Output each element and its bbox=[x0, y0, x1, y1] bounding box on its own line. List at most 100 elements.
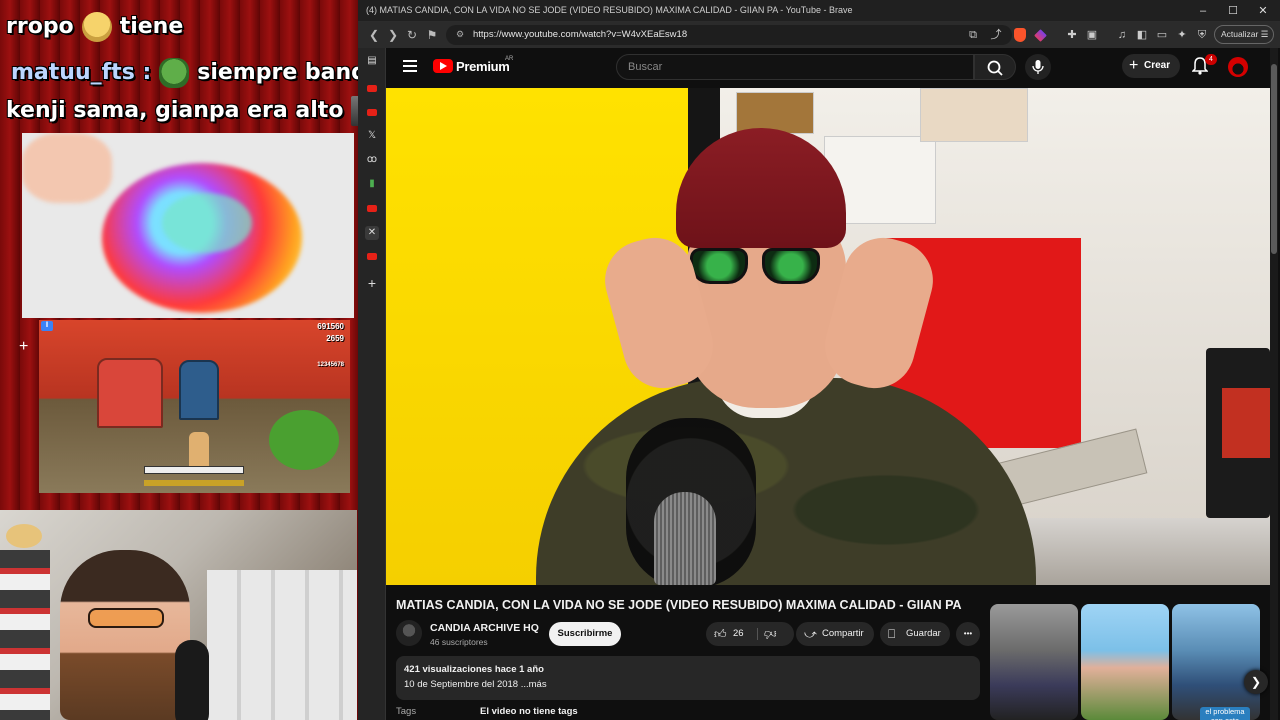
video-title: MATIAS CANDIA, CON LA VIDA NO SE JODE (V… bbox=[396, 598, 962, 612]
channel-avatar[interactable] bbox=[396, 620, 422, 646]
more-actions-button[interactable]: ••• bbox=[956, 622, 980, 646]
microphone bbox=[175, 640, 209, 720]
reload-icon[interactable]: ↻ bbox=[404, 27, 420, 43]
browser-toolbar: ❮ ❯ ↻ ⚑ ⚙ https://www.youtube.com/watch?… bbox=[358, 22, 1280, 48]
plus-icon: + bbox=[1129, 57, 1139, 74]
chat-text: siempre banque a bbox=[197, 60, 360, 85]
scream-emote-icon bbox=[81, 12, 112, 42]
account-avatar[interactable] bbox=[1228, 57, 1248, 77]
youtube-page: Premium AR Buscar + Crear 4 MATIAS CANDI… bbox=[386, 48, 1280, 720]
channel-name[interactable]: CANDIA ARCHIVE HQ bbox=[430, 622, 539, 634]
like-count[interactable]: 26 bbox=[733, 622, 744, 646]
lamp bbox=[6, 524, 42, 548]
pause-icon[interactable]: ‖ bbox=[41, 321, 53, 331]
save-bookmark-icon: ⎕ bbox=[888, 627, 896, 641]
youtube-tab-icon[interactable] bbox=[367, 205, 377, 212]
add-icon[interactable]: + bbox=[19, 338, 28, 356]
pepe-emote-icon bbox=[159, 58, 190, 88]
update-button[interactable]: Actualizar ☰ bbox=[1214, 25, 1274, 44]
sidebar-panel-icon[interactable]: ▤ bbox=[365, 54, 379, 68]
voice-search-button[interactable] bbox=[1025, 54, 1051, 80]
orange-glasses bbox=[88, 608, 164, 628]
save-button[interactable]: ⎕ Guardar bbox=[880, 622, 950, 646]
extensions-icon[interactable]: ✚ bbox=[1064, 27, 1080, 43]
wallet-icon[interactable]: ▭ bbox=[1154, 27, 1170, 43]
right-lens bbox=[762, 248, 820, 284]
related-shorts: el problema con esta bbox=[990, 604, 1280, 720]
webcam-feed bbox=[0, 510, 357, 720]
new-tab-icon[interactable]: + bbox=[365, 276, 379, 290]
short-thumbnail[interactable] bbox=[1081, 604, 1169, 720]
sidebar-toggle-icon[interactable]: ◧ bbox=[1134, 27, 1150, 43]
brave-rewards-icon[interactable] bbox=[1034, 29, 1047, 42]
search-button[interactable] bbox=[974, 54, 1016, 80]
window-title: (4) MATIAS CANDIA, CON LA VIDA NO SE JOD… bbox=[366, 5, 853, 15]
game-score: 691560 bbox=[317, 322, 344, 331]
url-text[interactable]: https://www.youtube.com/watch?v=W4vXEaEs… bbox=[473, 29, 687, 40]
country-code: AR bbox=[505, 56, 514, 62]
share-button[interactable]: ⤻ Compartir bbox=[796, 622, 874, 646]
minimize-button[interactable]: – bbox=[1188, 3, 1218, 19]
create-label: Crear bbox=[1144, 60, 1171, 71]
share-label: Compartir bbox=[822, 628, 864, 639]
vpn-icon[interactable]: ⛨ bbox=[1194, 27, 1210, 43]
open-external-icon[interactable]: ⧉ bbox=[965, 27, 981, 43]
update-label: Actualizar bbox=[1221, 29, 1259, 39]
close-button[interactable]: ✕ bbox=[1248, 3, 1278, 19]
search-icon bbox=[987, 60, 1003, 76]
dislike-icon[interactable]: 👍︎ bbox=[764, 622, 777, 646]
youtube-tab-icon[interactable] bbox=[367, 85, 377, 92]
back-icon[interactable]: ❮ bbox=[366, 27, 382, 43]
description-box[interactable]: 421 visualizaciones hace 1 año 10 de Sep… bbox=[396, 656, 980, 700]
search-placeholder: Buscar bbox=[628, 61, 663, 73]
desk bbox=[1006, 518, 1270, 585]
left-lens bbox=[690, 248, 748, 284]
tags-value: El video no tiene tags bbox=[480, 706, 578, 717]
description-text: 10 de Septiembre del 2018 ...más bbox=[404, 679, 547, 690]
menu-icon[interactable] bbox=[403, 60, 417, 72]
chat-text: kenji sama, gianpa era alto bbox=[6, 98, 344, 123]
next-arrow-icon[interactable]: ❯ bbox=[1244, 670, 1268, 694]
subway-surfers-video: 691560 2659 12345678 bbox=[39, 320, 350, 493]
page-scrollbar[interactable] bbox=[1270, 48, 1278, 720]
chat-message-3: kenji sama, gianpa era alto bbox=[6, 96, 360, 126]
share-arrow-icon: ⤻ bbox=[804, 627, 817, 641]
tab-icon[interactable]: ꝏ bbox=[365, 153, 379, 167]
video-player[interactable] bbox=[386, 88, 1270, 585]
maximize-button[interactable]: ☐ bbox=[1218, 3, 1248, 19]
logo-text[interactable]: Premium bbox=[456, 59, 510, 74]
short-caption: el problema con esta bbox=[1200, 707, 1250, 720]
forward-icon[interactable]: ❯ bbox=[385, 27, 401, 43]
media-icon[interactable]: ♫ bbox=[1114, 27, 1130, 43]
brave-shields-icon[interactable] bbox=[1014, 28, 1026, 42]
stream-overlay: rropo tiene matuu_fts : siempre banque a k… bbox=[0, 0, 360, 720]
leo-ai-icon[interactable]: ✦ bbox=[1174, 27, 1190, 43]
screenshot-icon[interactable]: ▣ bbox=[1084, 27, 1100, 43]
sunglasses bbox=[686, 248, 826, 286]
slime-video bbox=[22, 133, 354, 318]
studio-microphone bbox=[654, 492, 716, 585]
short-thumbnail[interactable] bbox=[1172, 604, 1260, 720]
site-info-icon[interactable]: ⚙ bbox=[456, 29, 464, 40]
subscribe-button[interactable]: Suscribirme bbox=[549, 622, 621, 646]
create-button[interactable]: + Crear bbox=[1122, 54, 1180, 78]
tags-label: Tags bbox=[396, 706, 417, 717]
close-tab-icon[interactable]: ✕ bbox=[365, 226, 379, 240]
monitor-screen bbox=[1222, 388, 1270, 458]
youtube-logo-icon[interactable] bbox=[433, 59, 453, 73]
scrollbar-thumb[interactable] bbox=[1271, 64, 1277, 254]
chart-icon[interactable]: ▮ bbox=[365, 177, 379, 191]
x-twitter-icon[interactable]: 𝕏 bbox=[365, 129, 379, 143]
chat-username: matuu_fts : bbox=[11, 60, 152, 85]
share-icon[interactable]: ⤴ bbox=[988, 27, 1004, 43]
browser-sidebar: ▤ 𝕏 ꝏ ▮ ✕ + bbox=[358, 48, 386, 720]
like-dislike-group: 👍︎ 26 👍︎ bbox=[706, 622, 794, 646]
youtube-header: Premium AR Buscar + Crear 4 bbox=[386, 48, 1280, 88]
bookmark-icon[interactable]: ⚑ bbox=[424, 27, 440, 43]
like-icon[interactable]: 👍︎ bbox=[714, 622, 727, 646]
youtube-tab-icon[interactable] bbox=[367, 253, 377, 260]
short-thumbnail[interactable] bbox=[990, 604, 1078, 720]
youtube-tab-icon[interactable] bbox=[367, 109, 377, 116]
address-bar[interactable]: ⚙ https://www.youtube.com/watch?v=W4vXEa… bbox=[446, 25, 1012, 45]
search-input[interactable]: Buscar bbox=[616, 54, 974, 80]
